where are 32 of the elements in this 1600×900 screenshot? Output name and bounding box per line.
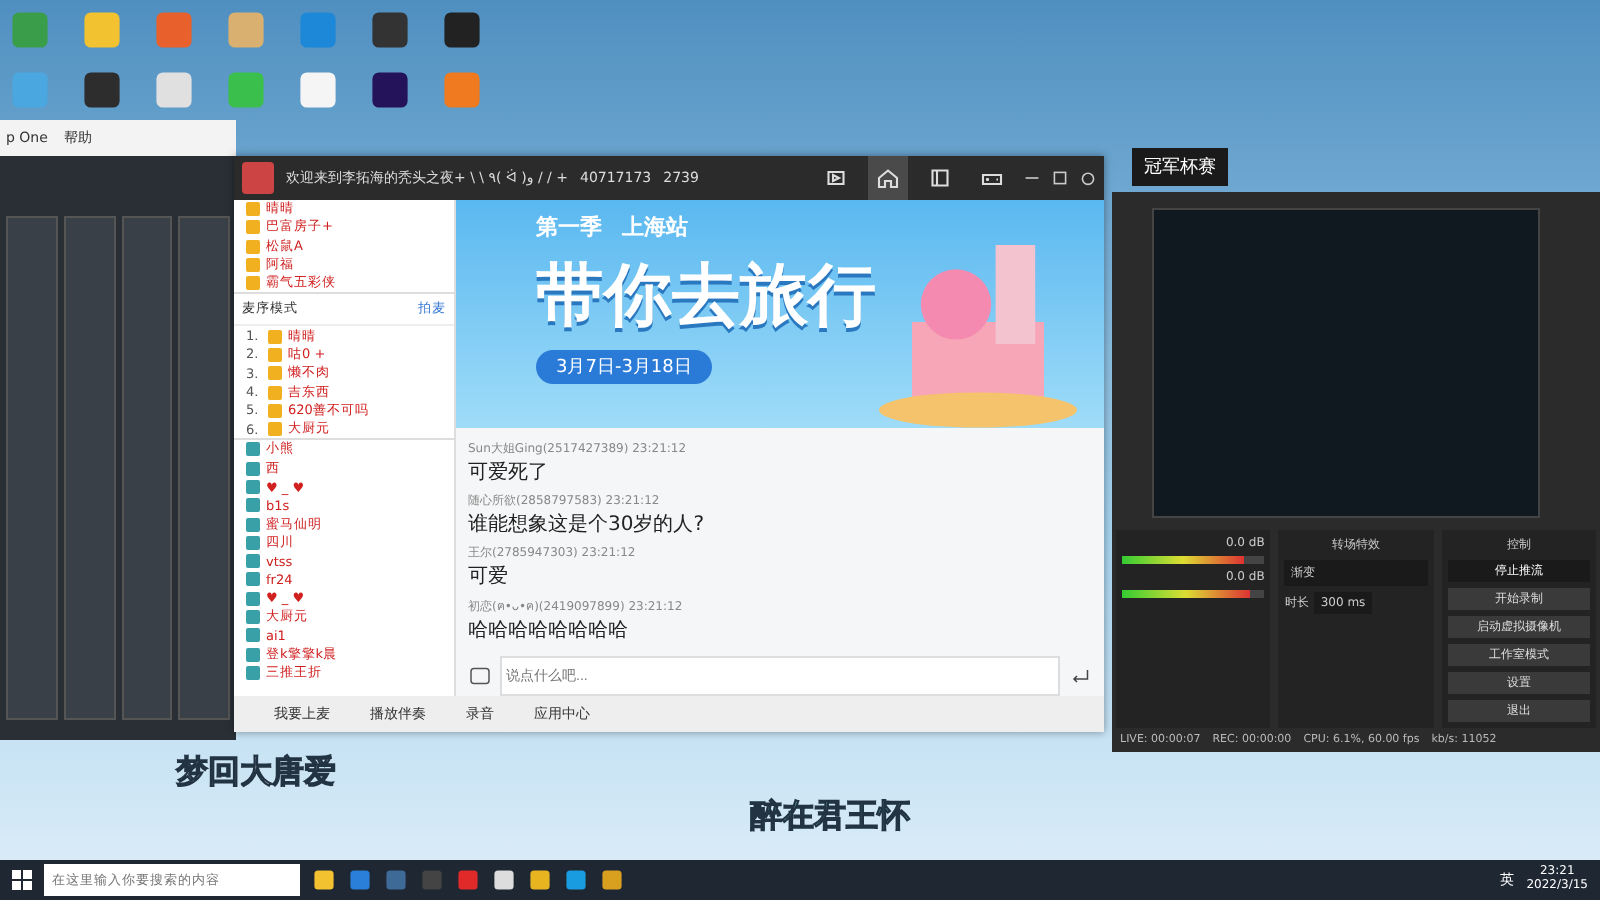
window-title: 冠军杯赛 [1132,148,1228,186]
taskbar-app-icon[interactable] [564,868,588,892]
power-icon[interactable] [1080,170,1096,186]
banner-season: 第一季 [536,212,602,242]
video-icon[interactable] [824,166,848,190]
app-icon[interactable] [296,68,340,112]
windows-logo-icon[interactable] [12,870,32,890]
book-icon[interactable] [928,166,952,190]
banner-headline: 带你去旅行 [536,254,876,340]
nav-tab[interactable] [868,156,908,200]
banner-dates: 3月7日-3月18日 [536,350,712,384]
app-icon[interactable] [368,8,412,52]
banner-location: 上海站 [622,212,688,242]
app-icon[interactable] [440,8,484,52]
emoji-icon[interactable] [468,664,492,688]
taskbar-app-icon[interactable] [492,868,516,892]
lyric-subtitle: 梦回大唐爱 [176,752,336,794]
message-text: 谁能想象这是个30岁的人? [468,511,705,538]
taskbar-app-icon[interactable] [312,868,336,892]
app-icon[interactable] [80,68,124,112]
home-icon[interactable] [876,166,900,190]
message-text: 可爱 [468,563,508,590]
message-text: 哈哈哈哈哈哈哈哈 [468,618,628,644]
lyric-subtitle: 醉在君王怀 [750,796,910,838]
taskbar-app-icon[interactable] [600,868,624,892]
taskbar-app-icon[interactable] [528,868,552,892]
send-icon[interactable] [1068,664,1092,688]
message-text: 可爱死了 [468,459,548,486]
banner[interactable]: 第一季 上海站 带你去旅行 3月7日-3月18日 [456,200,1104,428]
app-icon[interactable] [368,68,412,112]
avatar [242,162,274,194]
maximize-icon[interactable] [1052,170,1068,186]
